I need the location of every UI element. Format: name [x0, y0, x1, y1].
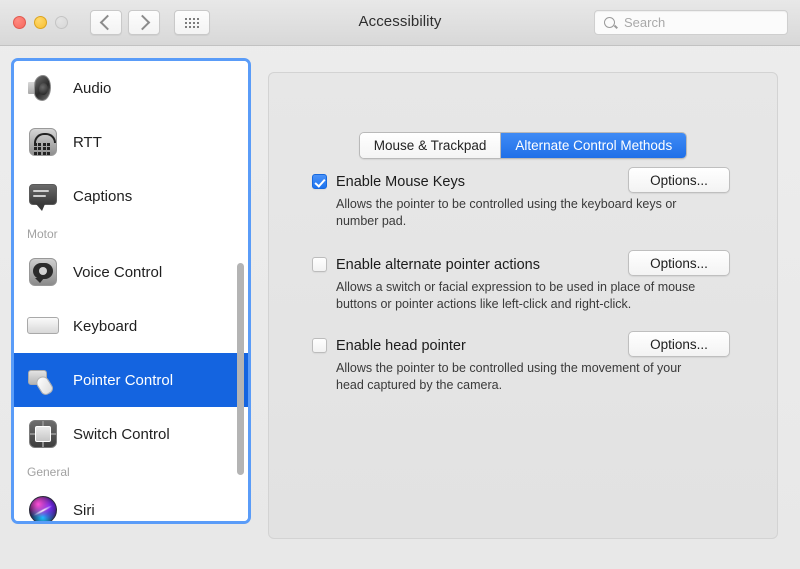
sidebar-item-captions[interactable]: Captions — [14, 169, 248, 223]
search-icon — [604, 17, 615, 28]
setting-label: Enable Mouse Keys — [336, 174, 465, 190]
sidebar-item-label: Switch Control — [73, 426, 170, 443]
forward-button[interactable] — [128, 10, 160, 35]
sidebar-item-label: Keyboard — [73, 318, 137, 335]
sidebar-item-pointer-control[interactable]: Pointer Control — [14, 353, 248, 407]
search-field[interactable] — [594, 10, 788, 35]
setting-description: Allows the pointer to be controlled usin… — [336, 196, 696, 230]
tab-group: Mouse & Trackpad Alternate Control Metho… — [359, 132, 687, 159]
sidebar-item-keyboard[interactable]: Keyboard — [14, 299, 248, 353]
sidebar-item-voice-control[interactable]: Voice Control — [14, 245, 248, 299]
tab-bar: Mouse & Trackpad Alternate Control Metho… — [268, 132, 778, 159]
search-input[interactable] — [622, 14, 776, 31]
sidebar-scrollbar-thumb[interactable] — [237, 263, 244, 475]
sidebar-item-label: Siri — [73, 502, 95, 519]
speaker-icon — [26, 71, 60, 105]
window-titlebar: Accessibility — [0, 0, 800, 46]
sidebar-item-label: Audio — [73, 80, 111, 97]
settings-list: Enable Mouse Keys Options... Allows the … — [268, 171, 778, 412]
alternate-pointer-actions-options-button[interactable]: Options... — [628, 250, 730, 276]
window-content: Audio RTT Captions Motor — [0, 46, 800, 569]
sidebar-group-general: General — [14, 461, 248, 483]
switch-control-icon — [26, 417, 60, 451]
enable-mouse-keys-checkbox[interactable] — [312, 174, 327, 189]
setting-label: Enable head pointer — [336, 338, 466, 354]
sidebar-item-rtt[interactable]: RTT — [14, 115, 248, 169]
minimize-window-button[interactable] — [34, 16, 47, 29]
caption-bubble-icon — [26, 179, 60, 213]
chevron-left-icon — [100, 15, 116, 31]
enable-alternate-pointer-actions-checkbox[interactable] — [312, 257, 327, 272]
close-window-button[interactable] — [13, 16, 26, 29]
sidebar-item-label: Pointer Control — [73, 372, 173, 389]
sidebar-scroll-area: Audio RTT Captions Motor — [14, 61, 248, 521]
chevron-right-icon — [135, 15, 151, 31]
navigation-buttons — [90, 10, 160, 35]
voice-control-icon — [26, 255, 60, 289]
sidebar-item-label: RTT — [73, 134, 102, 151]
sidebar-item-label: Voice Control — [73, 264, 162, 281]
sidebar-scrollbar[interactable] — [236, 65, 245, 517]
system-preferences-window: Accessibility Audio — [0, 0, 800, 569]
setting-header: Enable Mouse Keys Options... — [312, 171, 778, 193]
pointer-control-icon — [26, 363, 60, 397]
setting-enable-mouse-keys: Enable Mouse Keys Options... Allows the … — [268, 171, 778, 230]
tab-mouse-trackpad[interactable]: Mouse & Trackpad — [360, 133, 501, 158]
traffic-lights — [13, 16, 68, 29]
setting-description: Allows the pointer to be controlled usin… — [336, 360, 696, 394]
setting-header: Enable alternate pointer actions Options… — [312, 254, 778, 276]
sidebar-group-motor: Motor — [14, 223, 248, 245]
sidebar-item-audio[interactable]: Audio — [14, 61, 248, 115]
setting-description: Allows a switch or facial expression to … — [336, 279, 696, 313]
setting-enable-head-pointer: Enable head pointer Options... Allows th… — [268, 335, 778, 394]
accessibility-category-list[interactable]: Audio RTT Captions Motor — [11, 58, 251, 524]
mouse-keys-options-button[interactable]: Options... — [628, 167, 730, 193]
show-all-button[interactable] — [174, 10, 210, 35]
setting-header: Enable head pointer Options... — [312, 335, 778, 357]
setting-label: Enable alternate pointer actions — [336, 257, 540, 273]
keyboard-icon — [26, 309, 60, 343]
tty-phone-icon — [26, 125, 60, 159]
tab-alternate-control-methods[interactable]: Alternate Control Methods — [500, 133, 686, 158]
siri-icon — [26, 493, 60, 521]
grid-icon — [185, 18, 199, 28]
head-pointer-options-button[interactable]: Options... — [628, 331, 730, 357]
enable-head-pointer-checkbox[interactable] — [312, 338, 327, 353]
back-button[interactable] — [90, 10, 122, 35]
sidebar-item-switch-control[interactable]: Switch Control — [14, 407, 248, 461]
sidebar-item-label: Captions — [73, 188, 132, 205]
setting-enable-alternate-pointer-actions: Enable alternate pointer actions Options… — [268, 254, 778, 313]
zoom-window-button — [55, 16, 68, 29]
sidebar-item-siri[interactable]: Siri — [14, 483, 248, 521]
